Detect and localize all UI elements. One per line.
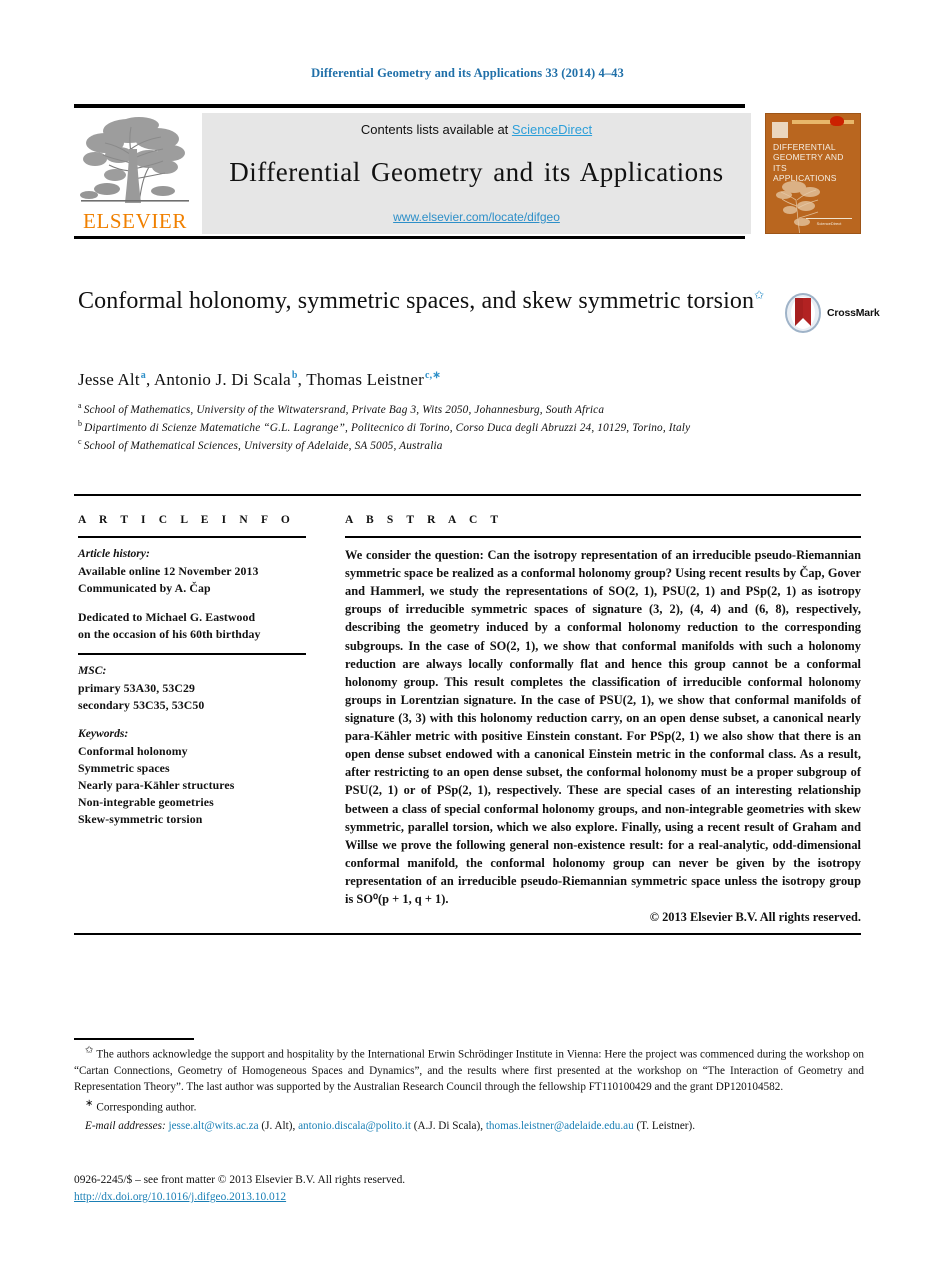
author-list: Jesse Alta, Antonio J. Di Scalab, Thomas… [78, 370, 441, 389]
author-3: Thomas Leistnerc,∗ [306, 370, 441, 389]
abstract-body: We consider the question: Can the isotro… [345, 548, 861, 907]
issn-copyright-line: 0926-2245/$ – see front matter © 2013 El… [74, 1174, 406, 1186]
info-section-bottom-rule [74, 933, 861, 935]
journal-article-first-page: Differential Geometry and its Applicatio… [0, 0, 935, 1266]
title-block: Conformal holonomy, symmetric spaces, an… [78, 286, 778, 318]
author-2: Antonio J. Di Scalab [153, 370, 298, 389]
footnote-star-text: The authors acknowledge the support and … [74, 1048, 864, 1093]
article-history-title: Article history: [78, 547, 150, 560]
doi-link[interactable]: http://dx.doi.org/10.1016/j.difgeo.2013.… [74, 1191, 286, 1203]
journal-homepage-link[interactable]: www.elsevier.com/locate/difgeo [393, 210, 560, 224]
contents-panel: Contents lists available at ScienceDirec… [202, 113, 751, 234]
elsevier-logo: ELSEVIER [74, 113, 196, 234]
affiliation-text-c: School of Mathematical Sciences, Univers… [83, 439, 443, 452]
article-info-rule [78, 536, 306, 538]
running-head: Differential Geometry and its Applicatio… [311, 66, 624, 80]
elsevier-tree-icon [79, 115, 191, 207]
abstract-rule [345, 536, 861, 538]
affiliation-text-b: Dipartimento di Scienze Matematiche “G.L… [84, 421, 691, 434]
email-link-1[interactable]: jesse.alt@wits.ac.za [168, 1120, 258, 1132]
affiliation-b: b Dipartimento di Scienze Matematiche “G.… [78, 418, 778, 436]
article-title-text: Conformal holonomy, symmetric spaces, an… [78, 288, 755, 314]
frontmatter-block: 0926-2245/$ – see front matter © 2013 El… [74, 1172, 864, 1206]
footnote-block: ✩ The authors acknowledge the support and… [74, 1044, 864, 1136]
abstract-column: A B S T R A C T We consider the question… [345, 514, 861, 925]
article-info-heading: A R T I C L E I N F O [78, 514, 295, 526]
affiliation-c: c School of Mathematical Sciences, Univer… [78, 436, 778, 454]
footnote-star-marker: ✩ [85, 1045, 94, 1056]
abstract-copyright: © 2013 Elsevier B.V. All rights reserved… [649, 910, 861, 925]
msc-line-2: secondary 53C35, 53C50 [78, 698, 205, 713]
page-title: Conformal holonomy, symmetric spaces, an… [78, 286, 778, 318]
masthead-top-rule [74, 104, 745, 108]
author-1: Jesse Alta [78, 370, 146, 389]
title-footnote-marker[interactable]: ✩ [754, 288, 764, 302]
footnote-acknowledgement: ✩ The authors acknowledge the support and… [74, 1044, 864, 1095]
msc-rule [78, 653, 306, 656]
email-owner-3: (T. Leistner). [636, 1119, 696, 1132]
keyword-3: Nearly para-Kähler structures [78, 778, 235, 793]
footnote-corresponding-author: ∗ Corresponding author. [74, 1097, 864, 1116]
dedication-line-1: Dedicated to Michael G. Eastwood [78, 609, 256, 624]
email-owner-2: (A.J. Di Scala) [413, 1119, 481, 1132]
crossmark-label: CrossMark [827, 307, 880, 319]
contents-lists-line: Contents lists available at ScienceDirec… [361, 122, 592, 137]
abstract-heading: A B S T R A C T [345, 514, 504, 526]
email-addresses-label: E-mail addresses: [85, 1119, 166, 1132]
dedication-line-2: on the occasion of his 60th birthday [78, 627, 261, 642]
article-info-column: A R T I C L E I N F O Article history: A… [78, 514, 306, 828]
affiliation-text-a: School of Mathematics, University of the… [83, 403, 605, 416]
email-owner-1: (J. Alt) [261, 1119, 293, 1132]
cover-footer: ScienceDirect [806, 218, 852, 226]
journal-cover-thumbnail[interactable]: DIFFERENTIAL GEOMETRY AND ITS APPLICATIO… [765, 113, 861, 234]
sciencedirect-link[interactable]: ScienceDirect [512, 122, 592, 137]
cover-elsevier-mark-icon [772, 122, 788, 138]
info-section-top-rule [74, 494, 861, 496]
msc-title: MSC: [78, 664, 107, 678]
contents-prefix: Contents lists available at [360, 122, 512, 137]
email-link-3[interactable]: thomas.leistner@adelaide.edu.au [486, 1120, 634, 1132]
crossmark-icon [784, 293, 822, 333]
affiliation-list: a School of Mathematics, University of th… [78, 400, 778, 453]
keyword-1: Conformal holonomy [78, 743, 188, 758]
email-link-2[interactable]: antonio.discala@polito.it [298, 1120, 411, 1132]
journal-title: Differential Geometry and its Applicatio… [229, 157, 724, 187]
footnote-rule [74, 1038, 194, 1040]
crossmark-badge[interactable]: CrossMark [784, 292, 880, 334]
cover-red-accent [830, 116, 844, 126]
journal-masthead: ELSEVIER Contents lists available at Sci… [74, 104, 861, 239]
keyword-4: Non-integrable geometries [78, 795, 214, 810]
affiliation-a: a School of Mathematics, University of th… [78, 400, 778, 418]
footnote-corresponding-marker: ∗ [85, 1098, 94, 1110]
keywords-title: Keywords: [78, 727, 129, 741]
masthead-bottom-rule [74, 236, 745, 239]
keyword-5: Skew-symmetric torsion [78, 812, 203, 827]
keyword-2: Symmetric spaces [78, 761, 170, 776]
cover-top-bar [792, 120, 854, 124]
elsevier-wordmark: ELSEVIER [83, 209, 187, 233]
article-history-line-1: Available online 12 November 2013 [78, 563, 259, 578]
article-history-line-2: Communicated by A. Čap [78, 580, 211, 595]
msc-line-1: primary 53A30, 53C29 [78, 680, 196, 695]
footnote-corresponding-text: Corresponding author. [96, 1101, 197, 1114]
footnote-emails: E-mail addresses: jesse.alt@wits.ac.za (… [85, 1119, 696, 1132]
